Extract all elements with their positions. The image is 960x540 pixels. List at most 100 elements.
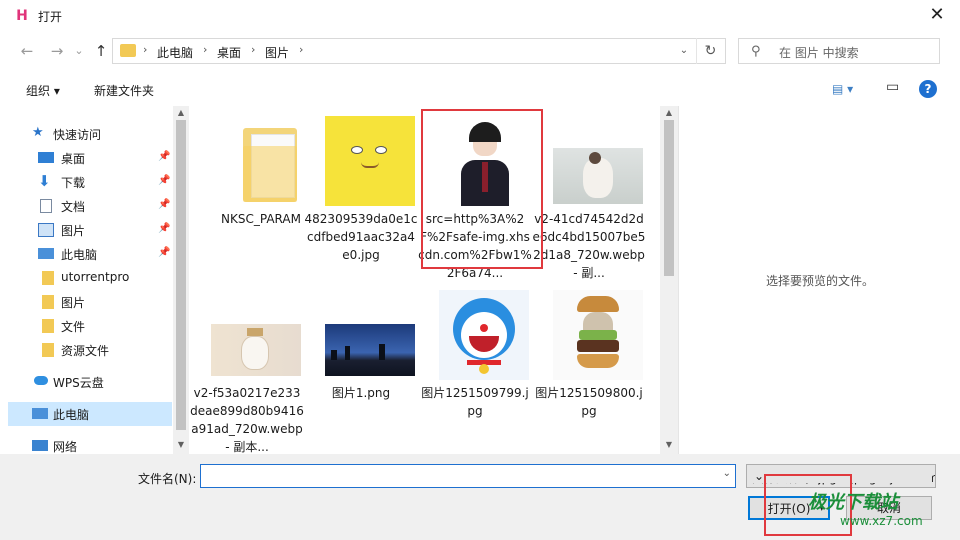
- address-bar[interactable]: › 此电脑 › 桌面 › 图片 ›: [112, 38, 726, 64]
- breadcrumb-pictures[interactable]: 图片: [265, 44, 289, 61]
- sidebar-item-label: 桌面: [61, 152, 86, 166]
- sidebar-item-this-pc-pinned[interactable]: 此电脑 📌: [8, 242, 172, 266]
- sidebar-item-label: 资源文件: [61, 344, 110, 358]
- watermark-brand: 极光下载站: [808, 492, 898, 513]
- help-icon[interactable]: ?: [919, 80, 937, 98]
- scrollbar-thumb[interactable]: [176, 120, 186, 430]
- filename-input[interactable]: ⌄: [200, 464, 736, 488]
- breadcrumb-separator: ›: [251, 43, 256, 56]
- folder-icon: [120, 44, 136, 57]
- computer-icon: [38, 248, 54, 259]
- command-bar: 组织 ▾ 新建文件夹 ▤ ▾ ▭: [0, 74, 960, 104]
- sidebar-item-label: 此电脑: [53, 408, 90, 422]
- file-name: 图片1251509799.jpg: [421, 386, 529, 418]
- forward-arrow-icon[interactable]: →: [46, 40, 68, 62]
- desktop-icon: [38, 152, 54, 163]
- scroll-down-icon[interactable]: ▼: [173, 440, 189, 449]
- sidebar-item-label: 文档: [61, 200, 86, 214]
- sidebar-item-desktop[interactable]: 桌面 📌: [8, 146, 172, 170]
- star-icon: ★: [32, 125, 44, 140]
- file-item-image[interactable]: v2-f53a0217e233deae899d80b9416a91ad_720w…: [190, 286, 304, 454]
- computer-icon: [32, 408, 48, 419]
- open-file-dialog: H 打开 ✕ ← → ⌄ ↑ › 此电脑 › 桌面 › 图片 › ⌄ ↻ ⚲ 在…: [0, 0, 960, 540]
- pin-icon: 📌: [158, 223, 171, 234]
- file-item-image[interactable]: 482309539da0e1ccdfbed91aac32a4e0.jpg: [304, 112, 418, 282]
- folder-icon: [42, 295, 54, 309]
- title-bar: H 打开 ✕: [0, 0, 960, 32]
- scroll-up-icon[interactable]: ▲: [173, 108, 189, 117]
- highlight-box-selected-file: [421, 109, 543, 269]
- view-options-icon[interactable]: ▤ ▾: [832, 82, 853, 96]
- filename-label: 文件名(N):: [138, 472, 197, 486]
- pin-icon: 📌: [158, 151, 171, 162]
- chevron-down-icon[interactable]: ⌄: [723, 468, 731, 479]
- sidebar-item-label: 图片: [61, 224, 86, 238]
- sidebar-item-label: utorrentpro: [61, 270, 130, 284]
- download-icon: ⬇: [38, 172, 51, 190]
- search-box[interactable]: ⚲ 在 图片 中搜索: [738, 38, 940, 64]
- folder-icon: [42, 271, 54, 285]
- sidebar-item-quick-access[interactable]: ★ 快速访问: [8, 122, 172, 146]
- sidebar-item-wps-cloud[interactable]: WPS云盘: [8, 370, 172, 394]
- sidebar-item-this-pc[interactable]: 此电脑: [8, 402, 172, 426]
- window-title: 打开: [38, 10, 63, 24]
- up-arrow-icon[interactable]: ↑: [90, 40, 112, 62]
- organize-menu[interactable]: 组织 ▾: [26, 82, 60, 99]
- scroll-down-icon[interactable]: ▼: [661, 440, 677, 449]
- navigation-scrollbar[interactable]: ▲ ▼: [173, 106, 189, 454]
- breadcrumb-desktop[interactable]: 桌面: [217, 44, 241, 61]
- sidebar-item-pictures[interactable]: 图片 📌: [8, 218, 172, 242]
- breadcrumb-separator: ›: [299, 43, 304, 56]
- file-name: 图片1.png: [331, 386, 391, 400]
- search-placeholder: 在 图片 中搜索: [779, 46, 859, 60]
- sidebar-item-label: 快速访问: [53, 128, 102, 142]
- file-name: v2-41cd74542d2de6dc4bd15007be52d1a8_720w…: [532, 212, 646, 280]
- file-item-image[interactable]: 图片1251509800.jpg: [532, 286, 646, 454]
- pin-icon: 📌: [158, 247, 171, 258]
- sidebar-item-files-folder[interactable]: 文件: [8, 314, 172, 338]
- breadcrumb-separator: ›: [203, 43, 208, 56]
- file-item-image[interactable]: v2-41cd74542d2de6dc4bd15007be52d1a8_720w…: [532, 112, 646, 282]
- pin-icon: 📌: [158, 175, 171, 186]
- breadcrumb-this-pc[interactable]: 此电脑: [157, 44, 193, 61]
- network-icon: [32, 440, 48, 451]
- image-thumbnail: [325, 116, 415, 206]
- sidebar-item-label: 图片: [61, 296, 86, 310]
- search-icon: ⚲: [751, 44, 761, 59]
- image-thumbnail: [553, 148, 643, 204]
- picture-icon: [38, 223, 54, 237]
- image-thumbnail: [211, 324, 301, 376]
- file-name: NKSC_PARAM: [221, 212, 301, 226]
- file-item-folder[interactable]: NKSC_PARAM: [204, 112, 318, 282]
- scrollbar-thumb[interactable]: [664, 120, 674, 276]
- sidebar-item-label: 下载: [61, 176, 86, 190]
- sidebar-item-utorrentpro[interactable]: utorrentpro: [8, 266, 172, 290]
- document-icon: [40, 199, 52, 213]
- sidebar-item-downloads[interactable]: ⬇ 下载 📌: [8, 170, 172, 194]
- new-folder-button[interactable]: 新建文件夹: [94, 82, 154, 99]
- refresh-icon[interactable]: ↻: [696, 38, 724, 64]
- navigation-pane: ★ 快速访问 桌面 📌 ⬇ 下载 📌 文档 📌 图片 📌 此电脑 📌 utorr…: [0, 106, 190, 454]
- sidebar-item-pictures-folder[interactable]: 图片: [8, 290, 172, 314]
- preview-pane-icon[interactable]: ▭: [886, 79, 899, 95]
- preview-placeholder: 选择要预览的文件。: [765, 274, 874, 288]
- file-list-scrollbar[interactable]: ▲ ▼: [660, 106, 678, 454]
- back-arrow-icon[interactable]: ←: [16, 40, 38, 62]
- sidebar-item-documents[interactable]: 文档 📌: [8, 194, 172, 218]
- file-item-image[interactable]: 图片1.png: [304, 286, 418, 454]
- watermark-url: www.xz7.com: [840, 514, 923, 528]
- close-button[interactable]: ✕: [914, 0, 960, 30]
- address-dropdown-icon[interactable]: ⌄: [672, 38, 696, 64]
- scroll-up-icon[interactable]: ▲: [661, 108, 677, 117]
- cloud-icon: [34, 376, 48, 385]
- folder-icon: [42, 319, 54, 333]
- sidebar-item-label: 此电脑: [61, 248, 98, 262]
- file-item-image[interactable]: 图片1251509799.jpg: [418, 286, 532, 454]
- pin-icon: 📌: [158, 199, 171, 210]
- sidebar-item-resources-folder[interactable]: 资源文件: [8, 338, 172, 362]
- folder-icon: [225, 116, 315, 206]
- recent-locations-chevron-icon[interactable]: ⌄: [68, 40, 90, 62]
- image-thumbnail: [439, 290, 529, 380]
- file-name: v2-f53a0217e233deae899d80b9416a91ad_720w…: [190, 386, 304, 454]
- folder-icon: [42, 343, 54, 357]
